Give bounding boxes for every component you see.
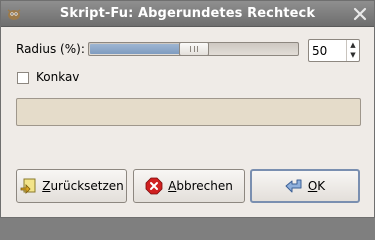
radius-slider[interactable] [88, 42, 299, 56]
cancel-button[interactable]: Abbrechen [133, 169, 245, 203]
window-title: Skript-Fu: Abgerundetes Rechteck [59, 6, 316, 21]
concave-checkbox[interactable] [17, 72, 29, 84]
ok-button[interactable]: OK [250, 169, 360, 203]
chevron-up-icon[interactable]: ▲ [347, 40, 359, 50]
dialog-window: Skript-Fu: Abgerundetes Rechteck Radius … [0, 0, 375, 218]
reset-button[interactable]: Zurücksetzen [16, 169, 127, 203]
spin-buttons: ▲ ▼ [346, 40, 359, 61]
radius-slider-handle[interactable] [178, 42, 209, 56]
ok-icon [285, 179, 302, 193]
radius-label: Radius (%): [16, 42, 85, 56]
cancel-label: Abbrechen [168, 179, 233, 193]
concave-label[interactable]: Konkav [36, 70, 79, 84]
radius-input[interactable] [312, 43, 342, 58]
title-bar[interactable]: Skript-Fu: Abgerundetes Rechteck [1, 1, 374, 27]
radius-spinbutton[interactable]: ▲ ▼ [308, 39, 360, 62]
progress-bar [16, 98, 361, 126]
grip-icon [189, 46, 198, 52]
reset-icon [20, 178, 36, 194]
close-icon[interactable] [352, 6, 368, 22]
ok-label: OK [307, 179, 326, 193]
reset-label: Zurücksetzen [42, 179, 124, 193]
cancel-icon [145, 177, 163, 195]
chevron-down-icon[interactable]: ▼ [347, 50, 359, 60]
radius-slider-fill [90, 44, 194, 54]
